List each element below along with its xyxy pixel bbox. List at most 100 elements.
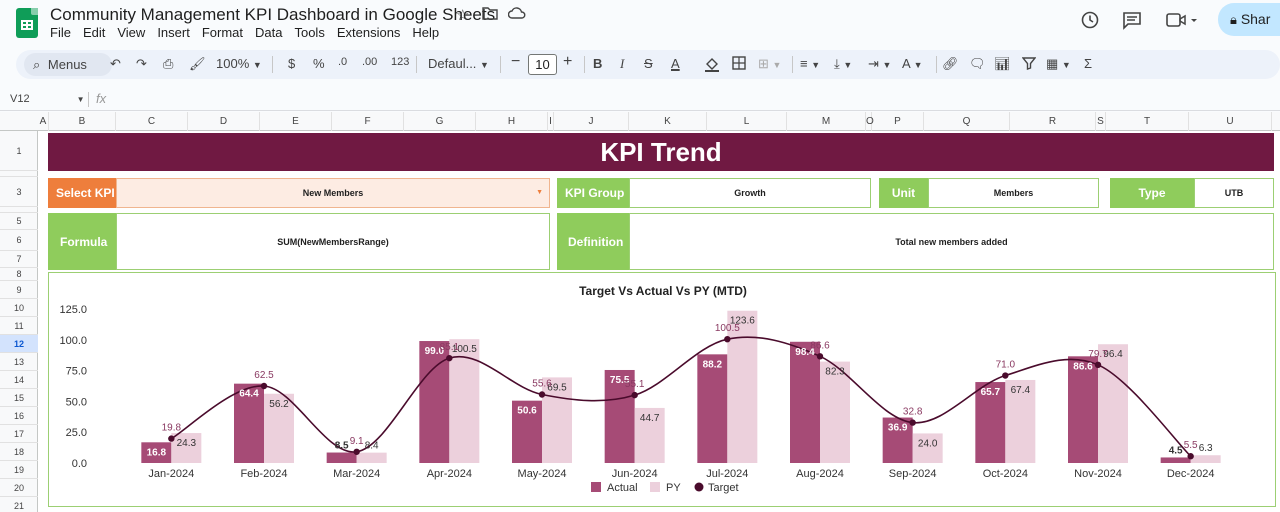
row-header-18[interactable]: 18 — [0, 443, 38, 461]
horizontal-align-icon[interactable]: ≡ ▼ — [800, 56, 820, 71]
font-select[interactable]: Defaul... ▼ — [428, 56, 489, 71]
target-data-label: 5.5 — [1184, 440, 1198, 451]
sheets-logo-icon[interactable] — [16, 8, 38, 38]
fill-color-icon[interactable] — [704, 56, 720, 75]
row-header-5[interactable]: 5 — [0, 213, 38, 230]
column-header-t[interactable]: T — [1106, 112, 1189, 131]
row-header-17[interactable]: 17 — [0, 425, 38, 443]
insert-comment-icon[interactable]: 🗨︎ — [969, 56, 986, 72]
toolbar: ⌕ Menus ↶ ↷ ⎙ 🖌︎ 100% ▼ $ % .0 .00 123 D… — [16, 50, 1280, 79]
row-header-21[interactable]: 21 — [0, 497, 38, 512]
italic-icon[interactable]: I — [620, 56, 624, 72]
actual-data-label: 16.8 — [147, 447, 167, 458]
row-header-6[interactable]: 6 — [0, 230, 38, 251]
menu-view[interactable]: View — [117, 25, 152, 40]
row-header-8[interactable]: 8 — [0, 268, 38, 281]
row-header-1[interactable]: 1 — [0, 131, 38, 171]
insert-chart-icon[interactable]: 📊︎ — [994, 56, 1011, 72]
increase-decimal-button[interactable]: .00 — [362, 56, 377, 68]
column-header-k[interactable]: K — [629, 112, 707, 131]
column-header-e[interactable]: E — [260, 112, 332, 131]
currency-button[interactable]: $ — [288, 56, 295, 71]
merge-cells-icon[interactable]: ⊞ ▼ — [758, 56, 781, 72]
redo-icon[interactable]: ↷ — [136, 56, 147, 72]
target-data-label: 100.5 — [715, 323, 740, 334]
name-box[interactable]: V12 ▼ — [10, 93, 85, 105]
legend-py-label: PY — [666, 482, 681, 494]
filter-icon[interactable] — [1021, 56, 1037, 73]
cloud-status-icon[interactable] — [507, 6, 526, 24]
py-bar — [1190, 455, 1221, 463]
column-header-c[interactable]: C — [116, 112, 188, 131]
filter-views-icon[interactable]: ▦ ▼ — [1046, 56, 1071, 72]
menu-extensions[interactable]: Extensions — [337, 25, 408, 40]
vertical-align-icon[interactable]: ⤓ ▼ — [834, 56, 852, 72]
text-rotation-icon[interactable]: A ▼ — [902, 56, 923, 71]
row-header-10[interactable]: 10 — [0, 299, 38, 317]
paint-format-icon[interactable]: 🖌︎ — [189, 56, 206, 72]
function-icon: fx — [96, 91, 107, 106]
zoom-select[interactable]: 100% ▼ — [216, 56, 262, 71]
formula-input[interactable] — [118, 92, 1218, 107]
column-header-s[interactable]: S — [1096, 112, 1106, 131]
column-header-m[interactable]: M — [787, 112, 866, 131]
column-header-d[interactable]: D — [188, 112, 260, 131]
row-header-16[interactable]: 16 — [0, 407, 38, 425]
print-icon[interactable]: ⎙ — [163, 56, 173, 72]
version-history-icon[interactable] — [1080, 10, 1100, 35]
strikethrough-icon[interactable]: S — [644, 56, 653, 71]
row-header-13[interactable]: 13 — [0, 353, 38, 371]
text-wrapping-icon[interactable]: ⇥ ▼ — [868, 56, 891, 72]
text-color-icon[interactable]: A — [671, 56, 680, 71]
column-header-a[interactable]: A — [38, 112, 49, 131]
borders-icon[interactable] — [732, 56, 746, 73]
row-header-15[interactable]: 15 — [0, 389, 38, 407]
column-header-l[interactable]: L — [707, 112, 787, 131]
search-menus-button[interactable]: ⌕ Menus — [24, 53, 112, 76]
undo-icon[interactable]: ↶ — [110, 56, 121, 72]
column-header-u[interactable]: U — [1189, 112, 1272, 131]
row-header-20[interactable]: 20 — [0, 479, 38, 497]
insert-link-icon[interactable]: 🔗︎ — [942, 56, 959, 72]
menu-file[interactable]: File — [50, 25, 78, 40]
font-size-decrease-button[interactable]: − — [511, 53, 520, 71]
meet-icon[interactable] — [1166, 10, 1198, 35]
column-header-r[interactable]: R — [1010, 112, 1096, 131]
number-format-button[interactable]: 123 — [391, 56, 409, 68]
document-title[interactable]: Community Management KPI Dashboard in Go… — [50, 5, 495, 25]
row-header-7[interactable]: 7 — [0, 251, 38, 268]
bold-icon[interactable]: B — [593, 56, 602, 71]
share-button[interactable]: 🔒︎ Shar — [1218, 3, 1280, 36]
column-header-j[interactable]: J — [554, 112, 629, 131]
menu-edit[interactable]: Edit — [83, 25, 112, 40]
kpi-chart[interactable]: Target Vs Actual Vs PY (MTD) 0.0 25.0 50.0… — [48, 272, 1276, 507]
decrease-decimal-button[interactable]: .0 — [338, 56, 347, 68]
menu-tools[interactable]: Tools — [294, 25, 331, 40]
star-icon[interactable]: ☆ — [456, 6, 469, 24]
row-header-11[interactable]: 11 — [0, 317, 38, 335]
column-header-f[interactable]: F — [332, 112, 404, 131]
row-header-14[interactable]: 14 — [0, 371, 38, 389]
column-header-g[interactable]: G — [404, 112, 476, 131]
menu-help[interactable]: Help — [412, 25, 446, 40]
menu-data[interactable]: Data — [255, 25, 289, 40]
menu-insert[interactable]: Insert — [157, 25, 197, 40]
column-header-p[interactable]: P — [872, 112, 924, 131]
font-size-increase-button[interactable]: + — [563, 53, 572, 71]
comments-icon[interactable] — [1122, 10, 1142, 35]
move-folder-icon[interactable] — [482, 6, 498, 24]
select-kpi-dropdown[interactable]: New Members ▼ — [116, 178, 550, 208]
column-header-b[interactable]: B — [49, 112, 116, 131]
row-header-9[interactable]: 9 — [0, 281, 38, 299]
column-header-h[interactable]: H — [476, 112, 548, 131]
column-header-q[interactable]: Q — [924, 112, 1010, 131]
font-size-input[interactable]: 10 — [528, 54, 557, 75]
target-data-label: 79.7 — [1088, 349, 1108, 360]
functions-icon[interactable]: Σ — [1084, 56, 1092, 71]
row-header-19[interactable]: 19 — [0, 461, 38, 479]
row-header-3[interactable]: 3 — [0, 177, 38, 207]
formula-label: Formula — [48, 213, 116, 270]
percent-button[interactable]: % — [313, 56, 325, 71]
row-header-12[interactable]: 12 — [0, 335, 38, 353]
menu-format[interactable]: Format — [202, 25, 250, 40]
